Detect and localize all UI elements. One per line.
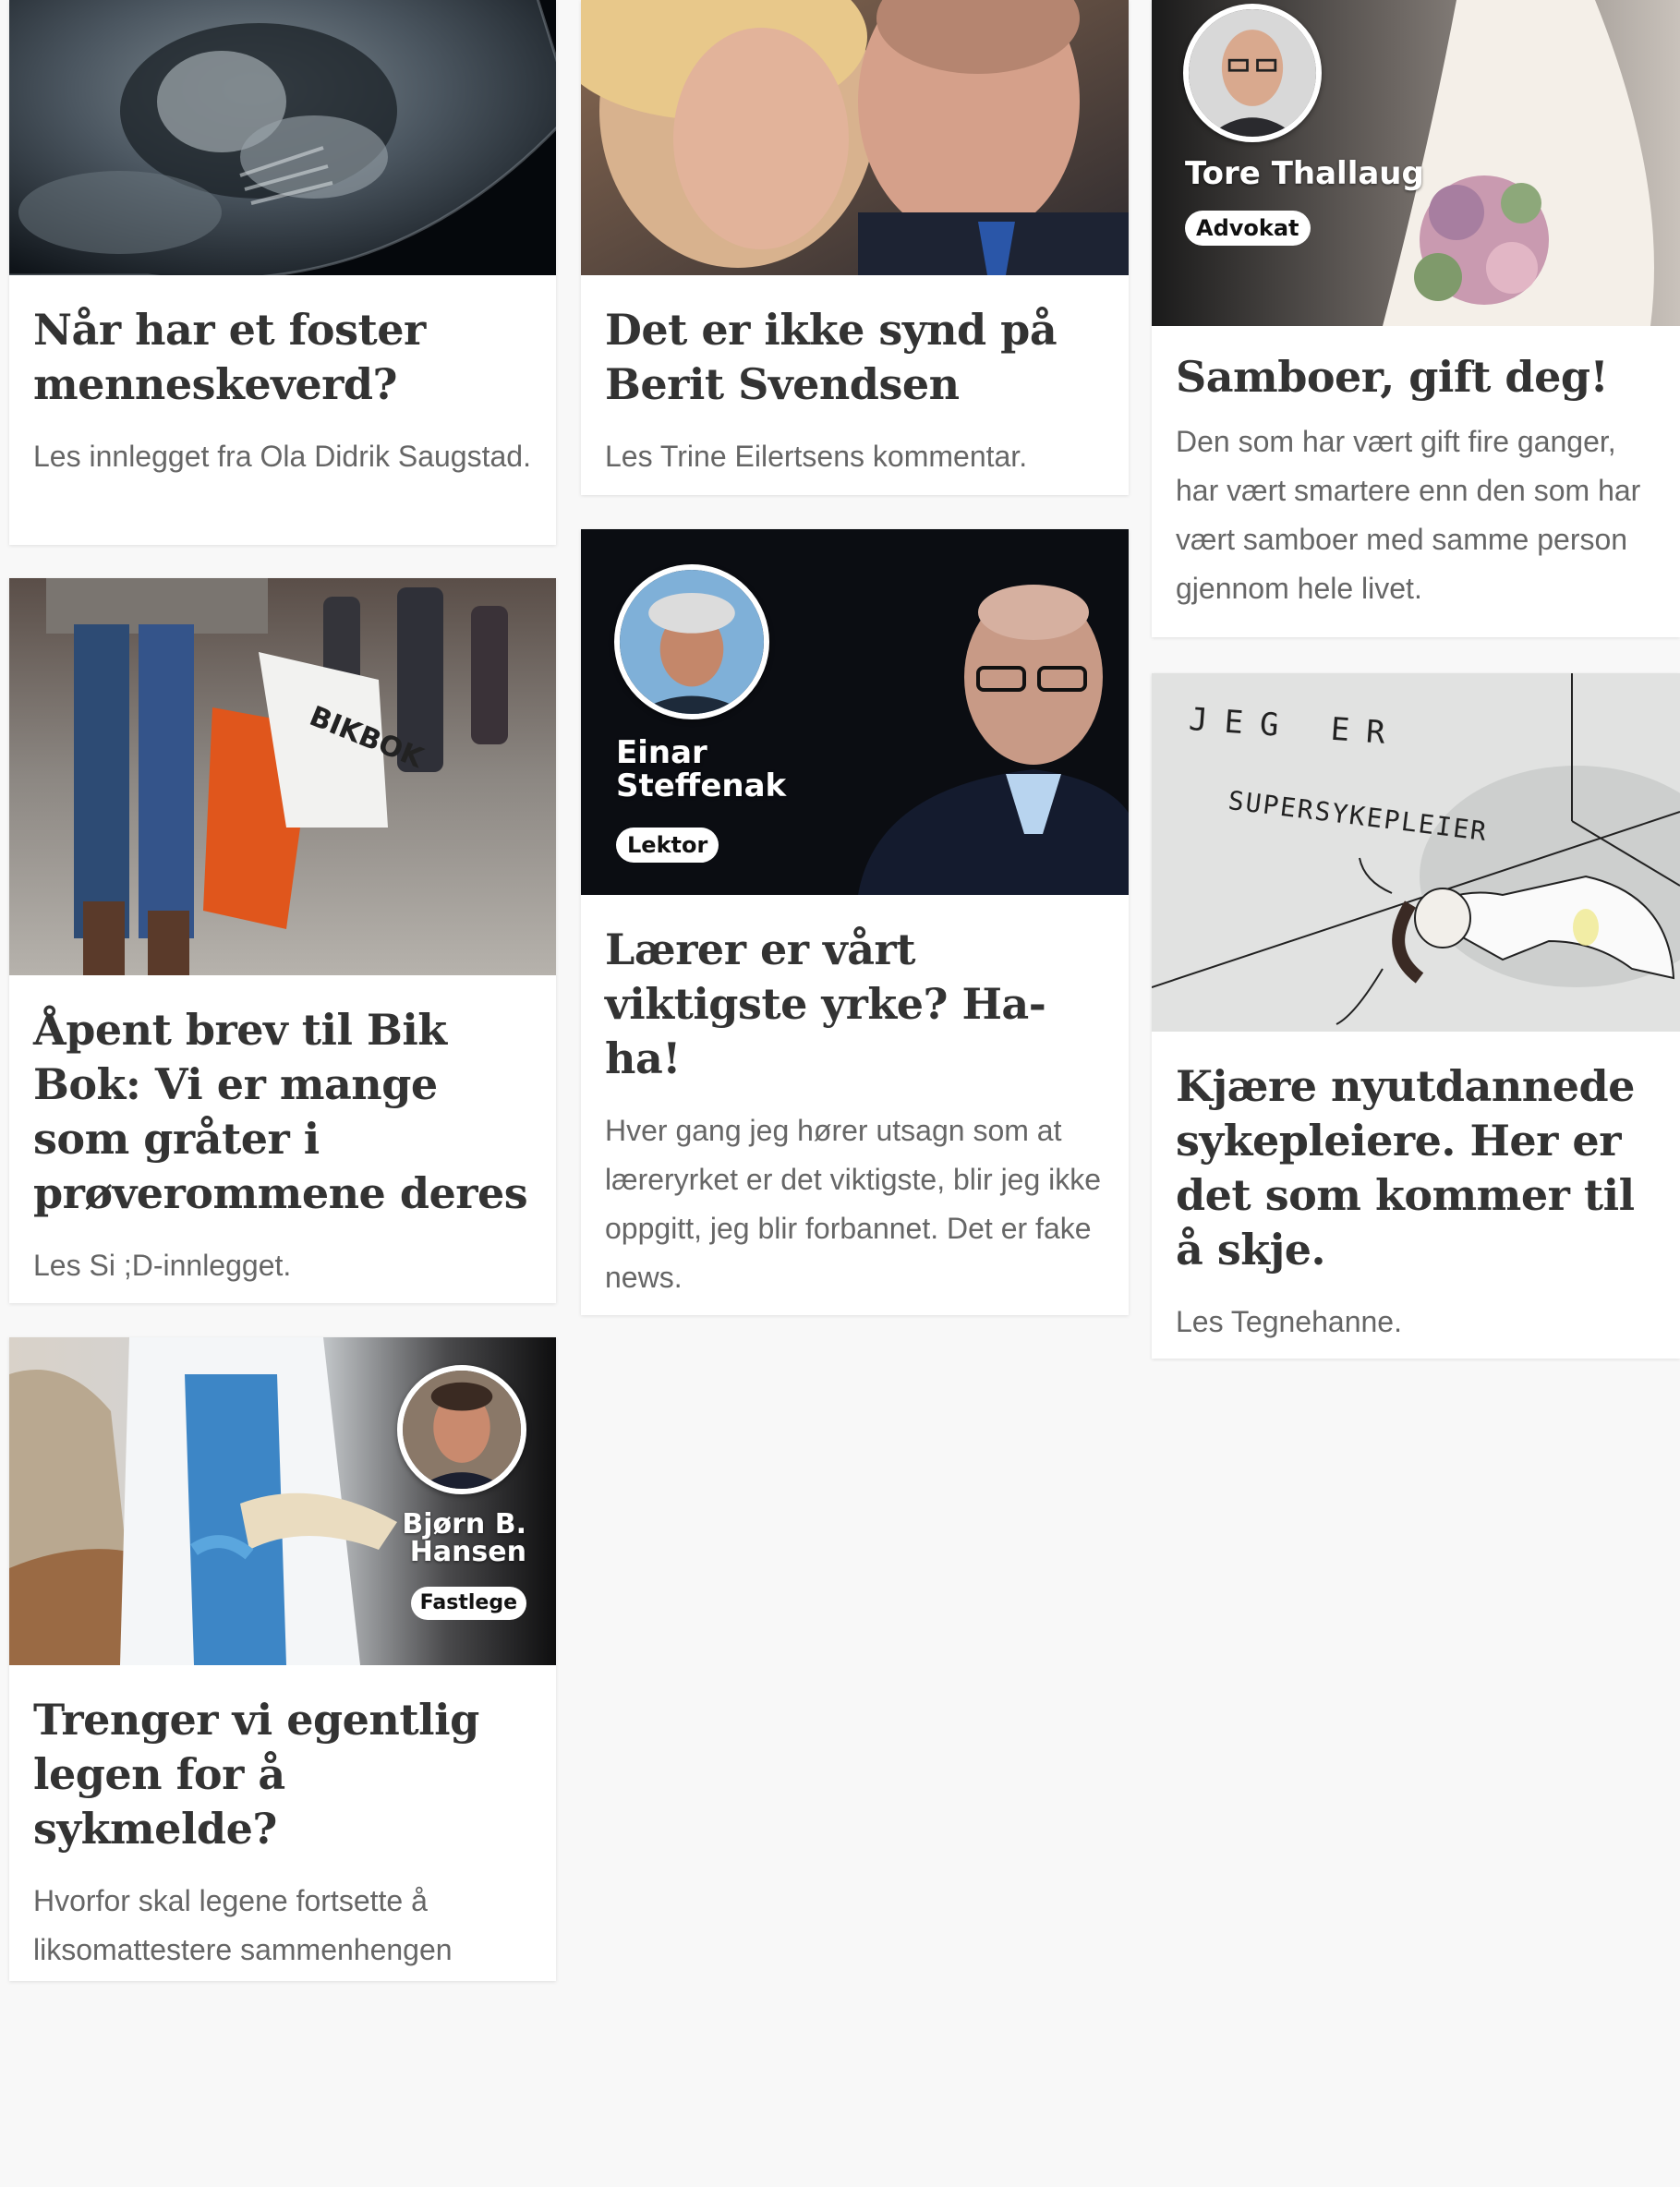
- author-name: Tore Thallaug: [1185, 155, 1424, 192]
- article-title[interactable]: Når har et foster menneskeverd?: [33, 303, 532, 412]
- article-card-sykmelde[interactable]: Bjørn B. Hansen Fastlege Trenger vi egen…: [9, 1337, 556, 1981]
- author-role-badge: Fastlege: [410, 1587, 526, 1620]
- author-avatar: [614, 564, 769, 719]
- author-portrait: [403, 1371, 521, 1489]
- author-name: Einar Steffenak: [616, 734, 787, 804]
- article-title[interactable]: Samboer, gift deg!: [1176, 350, 1656, 405]
- two-people-photo: [581, 0, 1129, 275]
- article-title[interactable]: Lærer er vårt viktigste yrke? Ha-ha!: [605, 923, 1105, 1086]
- author-role-badge: Lektor: [616, 828, 719, 863]
- article-title[interactable]: Det er ikke synd på Berit Svendsen: [605, 303, 1105, 412]
- article-lead: Les innlegget fra Ola Didrik Saugstad.: [33, 440, 531, 473]
- article-lead: Hvorfor skal legene fortsette å liksomat…: [33, 1884, 453, 1966]
- doctor-image[interactable]: Bjørn B. Hansen Fastlege: [9, 1337, 556, 1665]
- wedding-image[interactable]: Tore Thallaug Advokat: [1152, 0, 1680, 326]
- author-portrait: [620, 570, 764, 714]
- teacher-image[interactable]: Einar Steffenak Lektor: [581, 529, 1129, 895]
- shopping-image[interactable]: BIKBOK: [9, 578, 556, 975]
- article-card-laerer[interactable]: Einar Steffenak Lektor Lærer er vårt vik…: [581, 529, 1129, 1315]
- article-title[interactable]: Trenger vi egentlig legen for å sykmelde…: [33, 1693, 532, 1856]
- article-card-berit-svendsen[interactable]: Det er ikke synd på Berit Svendsen Les T…: [581, 0, 1129, 495]
- author-avatar: [397, 1365, 526, 1494]
- drawing-image[interactable]: JEG ER SUPERSYKEPLEIER: [1152, 673, 1680, 1032]
- author-portrait: [1189, 9, 1316, 137]
- article-lead: Les Si ;D-innlegget.: [33, 1249, 292, 1282]
- article-card-sykepleiere[interactable]: JEG ER SUPERSYKEPLEIER Kjære nyutdannede…: [1152, 673, 1680, 1359]
- ultrasound-image[interactable]: [9, 0, 556, 275]
- author-role-badge: Advokat: [1185, 211, 1311, 246]
- article-lead: Den som har vært gift fire ganger, har v…: [1176, 425, 1641, 605]
- photo-image[interactable]: [581, 0, 1129, 275]
- author-name: Bjørn B. Hansen: [402, 1508, 526, 1568]
- article-lead: Hver gang jeg hører utsagn som at lærery…: [605, 1114, 1102, 1294]
- article-lead: Les Tegnehanne.: [1176, 1305, 1402, 1338]
- author-avatar: [1183, 4, 1322, 142]
- article-card-bik-bok[interactable]: BIKBOK Åpent brev til Bik Bok: Vi er man…: [9, 578, 556, 1303]
- ultrasound-illustration: [9, 0, 556, 275]
- article-lead: Les Trine Eilertsens kommentar.: [605, 440, 1028, 473]
- article-title[interactable]: Kjære nyutdannede sykepleiere. Her er de…: [1176, 1059, 1656, 1277]
- article-title[interactable]: Åpent brev til Bik Bok: Vi er mange som …: [33, 1003, 532, 1221]
- article-card-samboer[interactable]: Tore Thallaug Advokat Samboer, gift deg!…: [1152, 0, 1680, 637]
- article-card-foster[interactable]: Når har et foster menneskeverd? Les innl…: [9, 0, 556, 545]
- shopping-street-photo: [9, 578, 556, 975]
